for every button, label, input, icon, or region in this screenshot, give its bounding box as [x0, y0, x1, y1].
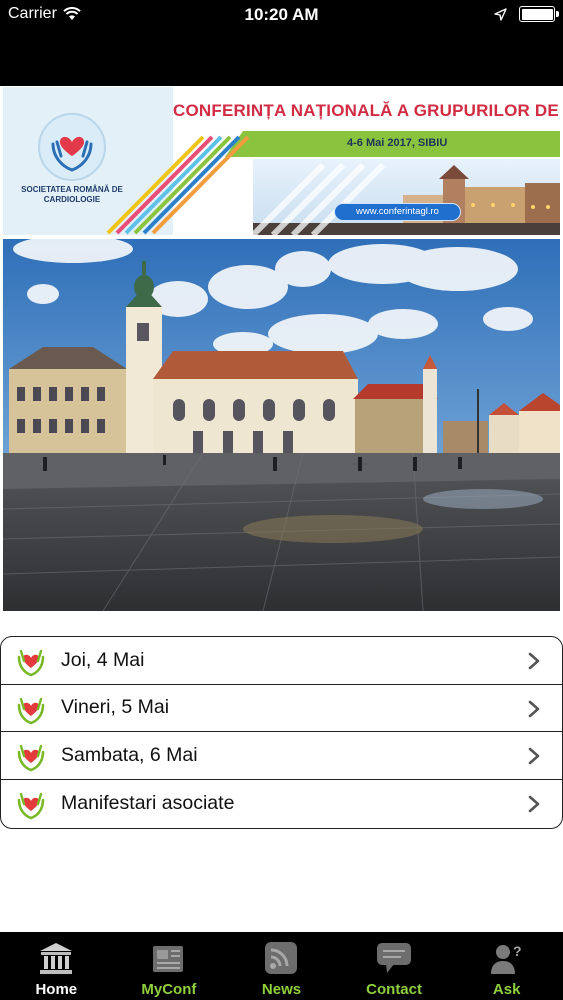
- chevron-right-icon: [528, 747, 540, 765]
- person-question-icon: ?: [487, 940, 527, 976]
- tab-label: News: [261, 981, 302, 998]
- city-square-photo: [3, 239, 560, 611]
- menu-item-3[interactable]: Manifestari asociate: [1, 780, 562, 828]
- svg-text:?: ?: [513, 943, 522, 959]
- tab-home[interactable]: Home: [0, 932, 113, 1000]
- clock: 10:20 AM: [244, 5, 319, 24]
- speech-bubble-icon: [374, 940, 414, 976]
- day-menu-list: Joi, 4 Mai Vineri, 5 Mai Sambata, 6 Mai: [0, 636, 563, 829]
- chevron-right-icon: [528, 795, 540, 812]
- building-icon: [36, 940, 76, 976]
- status-right: [494, 6, 559, 22]
- status-bar: Carrier 10:20 AM: [0, 0, 563, 86]
- tab-ask[interactable]: ? Ask: [450, 932, 563, 1000]
- menu-item-label: Sambata, 6 Mai: [61, 743, 198, 766]
- society-logo-icon: [38, 113, 106, 181]
- tab-myconf[interactable]: MyConf: [113, 932, 226, 1000]
- app-screen: Carrier 10:20 AM SOCIETATEA ROMÂNĂ DE CA…: [0, 0, 563, 1000]
- tab-label: Contact: [366, 981, 422, 998]
- menu-item-label: Vineri, 5 Mai: [61, 696, 170, 719]
- heart-hands-icon: [17, 792, 45, 819]
- bottom-tab-bar: Home MyConf News Contact? Ask: [0, 932, 563, 1000]
- heart-hands-icon: [17, 744, 45, 772]
- conference-title: CONFERINȚA NAȚIONALĂ A GRUPURILOR DE LUC…: [173, 101, 560, 120]
- heart-hands-icon: [17, 697, 45, 724]
- chevron-right-icon: [528, 700, 540, 717]
- conference-dates: 4-6 Mai 2017, SIBIU: [347, 137, 448, 149]
- menu-item-1[interactable]: Vineri, 5 Mai: [1, 685, 562, 732]
- sibiu-square-image: [3, 239, 560, 611]
- menu-item-label: Joi, 4 Mai: [61, 648, 145, 671]
- tab-contact[interactable]: Contact: [338, 932, 451, 1000]
- menu-item-label: Manifestari asociate: [61, 791, 235, 814]
- tab-label: Ask: [492, 981, 521, 998]
- chevron-right-icon: [528, 652, 540, 670]
- conference-banner[interactable]: SOCIETATEA ROMÂNĂ DE CARDIOLOGIE CONFERI…: [3, 87, 560, 235]
- battery-icon: [519, 6, 559, 22]
- location-arrow-icon: [494, 7, 507, 21]
- tab-news[interactable]: News: [225, 932, 338, 1000]
- society-name: SOCIETATEA ROMÂNĂ DE CARDIOLOGIE: [21, 185, 123, 204]
- newspaper-icon: [149, 940, 189, 976]
- tab-label: MyConf: [141, 981, 197, 998]
- heart-hands-icon: [17, 649, 45, 677]
- battery-fill: [521, 8, 553, 20]
- menu-item-0[interactable]: Joi, 4 Mai: [1, 637, 562, 685]
- tab-label: Home: [35, 981, 78, 998]
- rss-icon: [261, 940, 301, 976]
- menu-item-2[interactable]: Sambata, 6 Mai: [1, 732, 562, 780]
- conference-url-link[interactable]: www.conferintagl.ro: [334, 203, 461, 221]
